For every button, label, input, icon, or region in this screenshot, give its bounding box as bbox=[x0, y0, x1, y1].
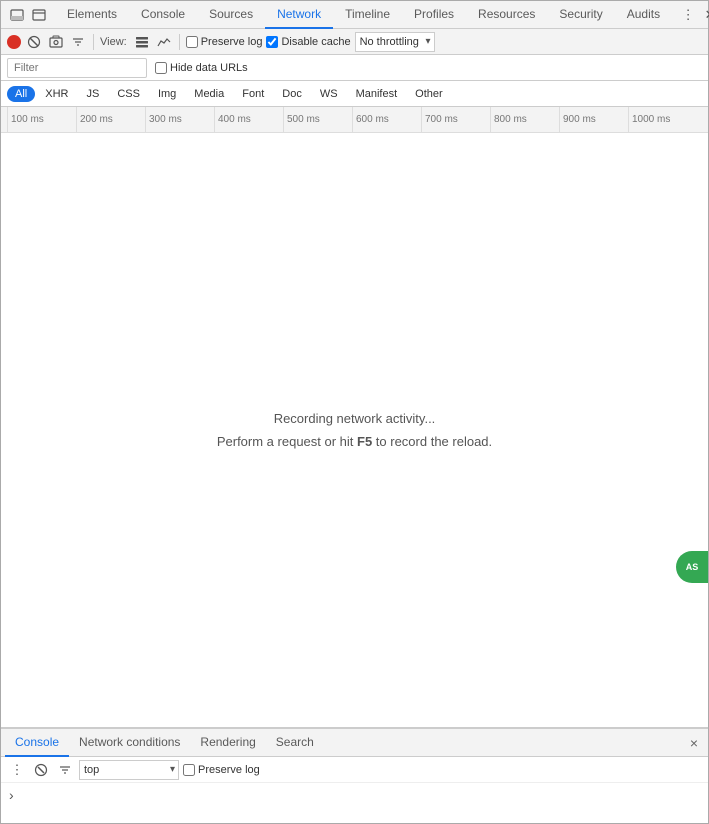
top-right-icons: ⋮ ✕ bbox=[672, 5, 709, 25]
timeline-header: 100 ms 200 ms 300 ms 400 ms 500 ms 600 m… bbox=[1, 107, 708, 133]
waterfall-view-button[interactable] bbox=[155, 33, 173, 51]
tick-400ms: 400 ms bbox=[214, 107, 283, 132]
list-view-button[interactable] bbox=[133, 33, 151, 51]
disable-cache-group[interactable]: Disable cache bbox=[266, 36, 350, 48]
empty-state: Recording network activity... Perform a … bbox=[217, 407, 492, 454]
tick-700ms: 700 ms bbox=[421, 107, 490, 132]
record-button[interactable] bbox=[7, 35, 21, 49]
filter-tab-img[interactable]: Img bbox=[150, 86, 184, 102]
clear-button[interactable] bbox=[25, 33, 43, 51]
console-toolbar: ⋮ top Preserve bbox=[1, 757, 708, 783]
bottom-tab-console[interactable]: Console bbox=[5, 729, 69, 757]
console-preserve-log-label: Preserve log bbox=[198, 764, 260, 776]
top-tab-sources[interactable]: Sources bbox=[197, 1, 265, 29]
throttle-wrapper: No throttling bbox=[355, 32, 435, 52]
tick-900ms: 900 ms bbox=[559, 107, 628, 132]
empty-state-suffix: to record the reload. bbox=[372, 434, 492, 449]
tick-800ms: 800 ms bbox=[490, 107, 559, 132]
toolbar-separator-1 bbox=[93, 34, 94, 50]
preserve-log-checkbox[interactable] bbox=[186, 36, 198, 48]
capture-screenshot-button[interactable] bbox=[47, 33, 65, 51]
filter-tab-doc[interactable]: Doc bbox=[274, 86, 310, 102]
close-bottom-panel-button[interactable]: × bbox=[684, 733, 704, 753]
filter-tab-xhr[interactable]: XHR bbox=[37, 86, 76, 102]
top-left-icons bbox=[1, 5, 55, 25]
tick-500ms: 500 ms bbox=[283, 107, 352, 132]
preserve-log-label: Preserve log bbox=[201, 36, 263, 48]
view-label: View: bbox=[100, 36, 127, 48]
console-prompt: › bbox=[9, 787, 700, 803]
top-tab-audits[interactable]: Audits bbox=[615, 1, 672, 29]
console-preserve-log-group[interactable]: Preserve log bbox=[183, 764, 260, 776]
tick-1000ms: 1000 ms bbox=[628, 107, 697, 132]
disable-cache-label: Disable cache bbox=[281, 36, 350, 48]
assistant-badge[interactable]: AS bbox=[676, 551, 708, 583]
devtools-frame: Elements Console Sources Network Timelin… bbox=[0, 0, 709, 824]
top-tab-timeline[interactable]: Timeline bbox=[333, 1, 402, 29]
filter-tab-font[interactable]: Font bbox=[234, 86, 272, 102]
more-menu-icon[interactable]: ⋮ bbox=[678, 5, 698, 25]
top-tab-resources[interactable]: Resources bbox=[466, 1, 547, 29]
filter-tabs: All XHR JS CSS Img Media Font Doc WS Man… bbox=[1, 81, 708, 107]
hide-data-urls-checkbox[interactable] bbox=[155, 62, 167, 74]
filter-tab-ws[interactable]: WS bbox=[312, 86, 346, 102]
console-clear-icon[interactable] bbox=[31, 760, 51, 780]
bottom-panel: Console Network conditions Rendering Sea… bbox=[1, 727, 708, 823]
filter-tab-manifest[interactable]: Manifest bbox=[348, 86, 406, 102]
tick-200ms: 200 ms bbox=[76, 107, 145, 132]
bottom-tabs: Console Network conditions Rendering Sea… bbox=[1, 729, 708, 757]
undock-icon[interactable] bbox=[29, 5, 49, 25]
filter-tab-other[interactable]: Other bbox=[407, 86, 451, 102]
context-select[interactable]: top bbox=[79, 760, 179, 780]
disable-cache-checkbox[interactable] bbox=[266, 36, 278, 48]
top-tab-bar: Elements Console Sources Network Timelin… bbox=[1, 1, 708, 29]
bottom-tab-rendering[interactable]: Rendering bbox=[190, 729, 265, 757]
bottom-tab-search[interactable]: Search bbox=[266, 729, 324, 757]
top-tab-profiles[interactable]: Profiles bbox=[402, 1, 466, 29]
console-preserve-log-checkbox[interactable] bbox=[183, 764, 195, 776]
console-more-icon[interactable]: ⋮ bbox=[7, 760, 27, 780]
toolbar-separator-2 bbox=[179, 34, 180, 50]
tick-100ms: 100 ms bbox=[7, 107, 76, 132]
hide-data-urls-group[interactable]: Hide data URLs bbox=[155, 62, 248, 74]
network-main-content: Recording network activity... Perform a … bbox=[1, 133, 708, 727]
hide-data-urls-label: Hide data URLs bbox=[170, 62, 248, 74]
empty-state-line1: Recording network activity... bbox=[217, 407, 492, 430]
top-tab-console[interactable]: Console bbox=[129, 1, 197, 29]
console-filter-icon[interactable] bbox=[55, 760, 75, 780]
tick-300ms: 300 ms bbox=[145, 107, 214, 132]
empty-state-key: F5 bbox=[357, 434, 372, 449]
close-devtools-button[interactable]: ✕ bbox=[700, 5, 709, 25]
top-tab-elements[interactable]: Elements bbox=[55, 1, 129, 29]
filter-tab-media[interactable]: Media bbox=[186, 86, 232, 102]
tick-600ms: 600 ms bbox=[352, 107, 421, 132]
throttle-select[interactable]: No throttling bbox=[355, 32, 435, 52]
empty-state-prefix: Perform a request or hit bbox=[217, 434, 357, 449]
filter-row: Hide data URLs bbox=[1, 55, 708, 81]
filter-input[interactable] bbox=[7, 58, 147, 78]
top-tab-security[interactable]: Security bbox=[547, 1, 614, 29]
filter-icon[interactable] bbox=[69, 33, 87, 51]
filter-tab-js[interactable]: JS bbox=[78, 86, 107, 102]
dock-icon[interactable] bbox=[7, 5, 27, 25]
filter-tab-css[interactable]: CSS bbox=[109, 86, 148, 102]
bottom-tab-network-conditions[interactable]: Network conditions bbox=[69, 729, 190, 757]
console-prompt-icon: › bbox=[9, 787, 14, 803]
filter-tab-all[interactable]: All bbox=[7, 86, 35, 102]
console-content: › bbox=[1, 783, 708, 823]
context-select-wrapper: top bbox=[79, 760, 179, 780]
top-tab-network[interactable]: Network bbox=[265, 1, 333, 29]
network-toolbar: View: Preserve log Disable cache No thro… bbox=[1, 29, 708, 55]
empty-state-line2: Perform a request or hit F5 to record th… bbox=[217, 430, 492, 453]
preserve-log-group[interactable]: Preserve log bbox=[186, 36, 263, 48]
